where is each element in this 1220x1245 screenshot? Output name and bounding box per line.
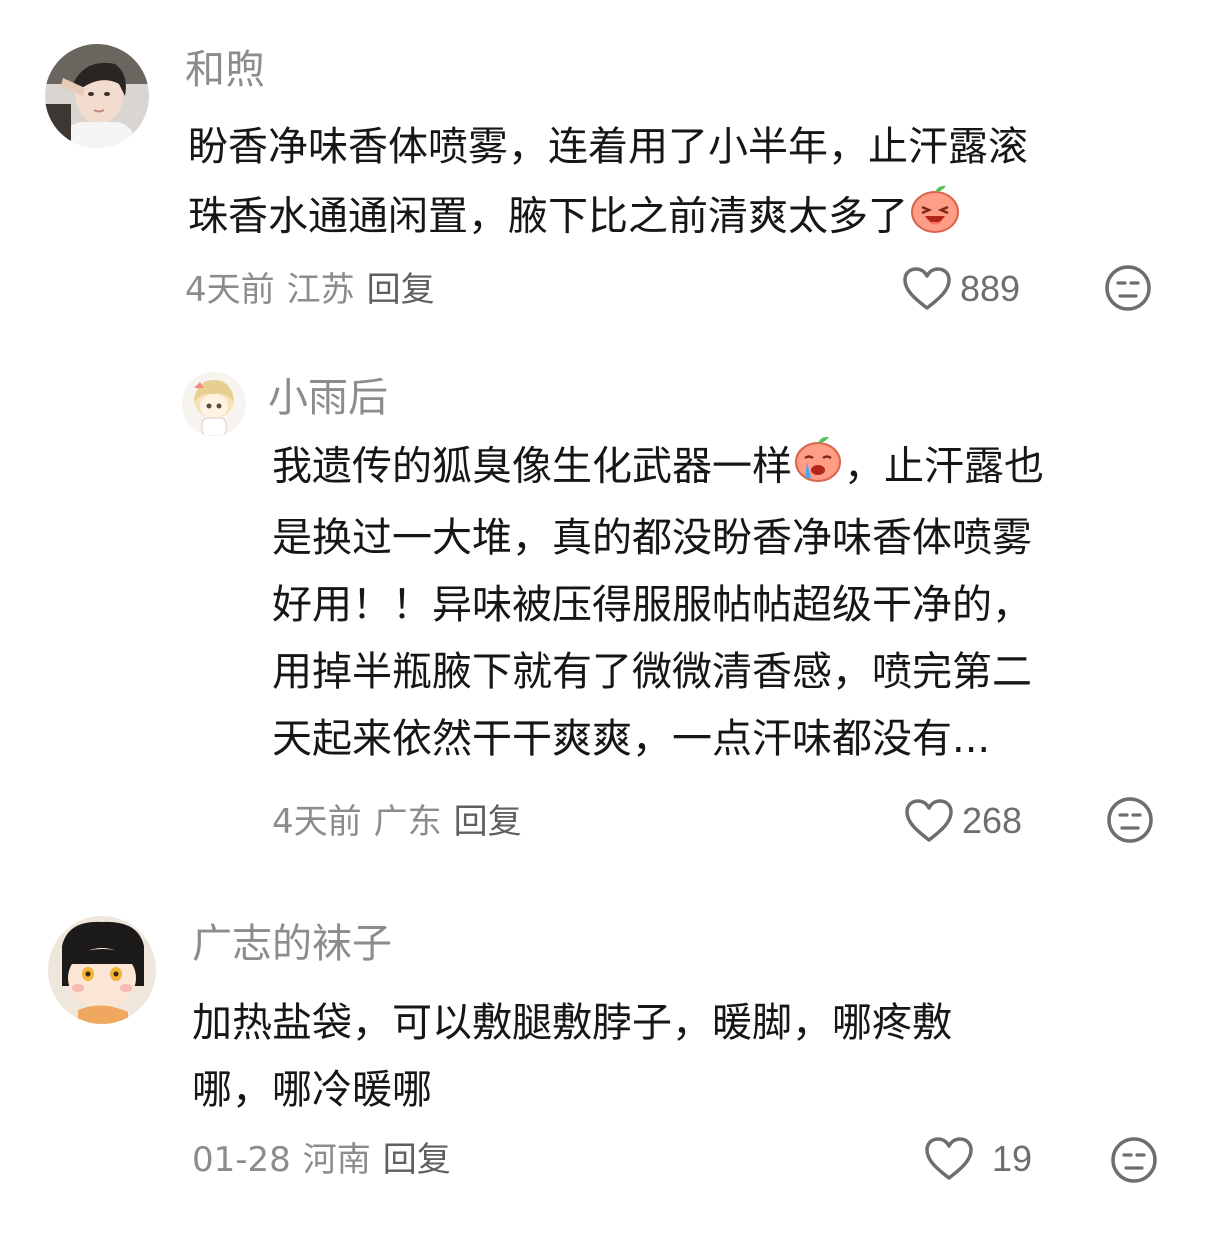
comment-time: 4天前 <box>185 270 275 310</box>
username[interactable]: 广志的袜子 <box>192 920 392 968</box>
dislike-button[interactable] <box>1110 1136 1158 1188</box>
heart-icon <box>925 1137 973 1180</box>
anime-girl-avatar-icon <box>182 372 246 436</box>
comment-location: 河南 <box>302 1140 371 1180</box>
like-count: 19 <box>992 1138 1033 1179</box>
comment-text-line: 是换过一大堆，真的都没盼香净味香体喷雾 <box>272 515 1032 561</box>
comment-time: 4天前 <box>272 802 362 842</box>
user-avatar[interactable] <box>48 916 156 1024</box>
like-count: 889 <box>960 268 1021 309</box>
comment-text-line: 珠香水通通闲置，腋下比之前清爽太多了 <box>188 193 908 240</box>
comment-text-line: ，止汗露也 <box>844 443 1044 490</box>
comment-text-line: 用掉半瓶腋下就有了微微清香感，喷完第二 <box>272 649 1032 695</box>
reply-comment-item: 小雨后 我遗传的狐臭像生化武器一样 ，止汗露也 是换过一大堆，真的都没盼香净味香… <box>0 340 1220 880</box>
laughing-peach-emoji-icon <box>908 181 962 256</box>
comment-location: 广东 <box>373 802 442 842</box>
dislike-button[interactable] <box>1106 796 1154 848</box>
comment-item: 和煦 盼香净味香体喷雾，连着用了小半年，止汗露滚 珠香水通通闲置，腋下比之前清爽… <box>0 0 1220 330</box>
meh-face-icon <box>1105 265 1151 311</box>
comment-text: 盼香净味香体喷雾，连着用了小半年，止汗露滚 珠香水通通闲置，腋下比之前清爽太多了 <box>188 114 1168 256</box>
user-photo-avatar-icon <box>45 44 149 148</box>
meh-face-icon <box>1107 797 1153 843</box>
user-avatar[interactable] <box>45 44 149 148</box>
like-button[interactable]: 889 <box>902 266 1020 312</box>
comment-time: 01-28 <box>192 1140 291 1180</box>
heart-icon <box>905 799 953 842</box>
comment-meta: 4天前 江苏 回复 <box>185 270 435 310</box>
heart-icon <box>903 267 951 310</box>
comment-text-line: 哪，哪冷暖哪 <box>192 1067 432 1113</box>
cartoon-character-avatar-icon <box>48 916 156 1024</box>
comment-text-line: 加热盐袋，可以敷腿敷脖子，暖脚，哪疼敷 <box>192 1000 952 1046</box>
reply-button[interactable]: 回复 <box>383 1140 451 1180</box>
dislike-button[interactable] <box>1104 264 1152 316</box>
comment-location: 江苏 <box>286 270 355 310</box>
crying-peach-emoji-icon <box>792 432 844 505</box>
comment-meta: 4天前 广东 回复 <box>272 802 522 842</box>
comment-text-line: 盼香净味香体喷雾，连着用了小半年，止汗露滚 <box>188 124 1028 170</box>
reply-button[interactable]: 回复 <box>454 802 522 842</box>
comment-text-line: 好用！！异味被压得服服帖帖超级干净的， <box>272 582 1032 628</box>
comment-text: 加热盐袋，可以敷腿敷脖子，暖脚，哪疼敷 哪，哪冷暖哪 <box>192 990 1172 1124</box>
user-avatar[interactable] <box>182 372 246 436</box>
comment-item: 广志的袜子 加热盐袋，可以敷腿敷脖子，暖脚，哪疼敷 哪，哪冷暖哪 01-28 河南… <box>0 900 1220 1220</box>
like-button[interactable]: 19 <box>924 1136 1032 1182</box>
comment-text-line: 我遗传的狐臭像生化武器一样 <box>272 443 792 490</box>
comment-meta: 01-28 河南 回复 <box>192 1140 451 1180</box>
comment-text-line: 天起来依然干干爽爽，一点汗味都没有... <box>272 716 991 762</box>
username[interactable]: 和煦 <box>185 46 265 94</box>
comment-text: 我遗传的狐臭像生化武器一样 ，止汗露也 是换过一大堆，真的都没盼香净味香体喷雾 … <box>272 432 1172 773</box>
like-button[interactable]: 268 <box>904 798 1022 844</box>
username[interactable]: 小雨后 <box>268 374 388 422</box>
reply-button[interactable]: 回复 <box>367 270 435 310</box>
meh-face-icon <box>1111 1137 1157 1183</box>
like-count: 268 <box>962 800 1023 841</box>
